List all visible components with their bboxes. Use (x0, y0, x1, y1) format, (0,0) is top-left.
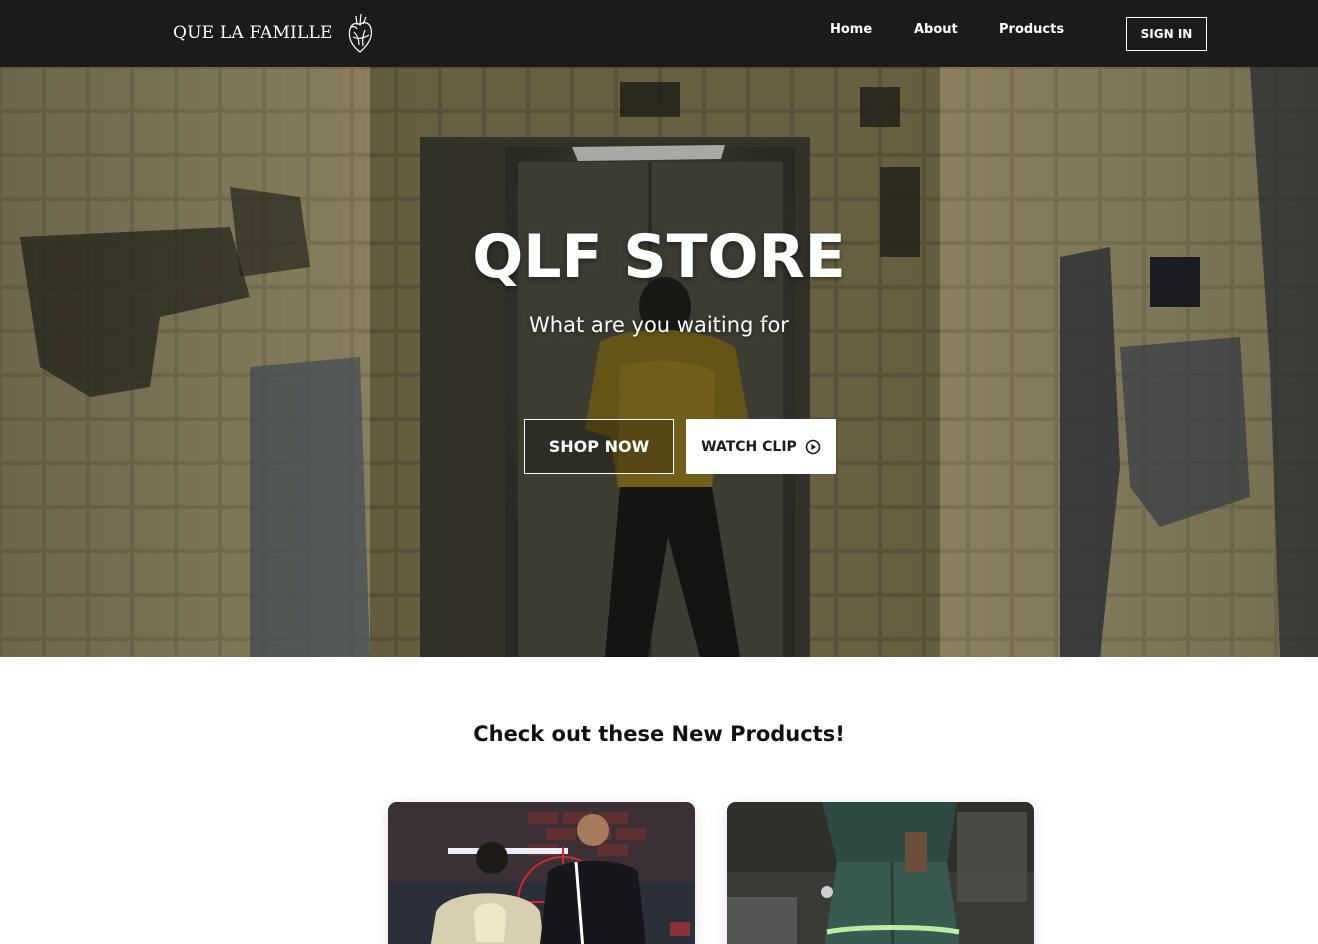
hero-background-image (0, 67, 1318, 657)
watch-clip-button[interactable]: WATCH CLIP (686, 419, 836, 474)
play-circle-icon (805, 439, 821, 454)
watch-clip-label: WATCH CLIP (701, 438, 797, 455)
product-card[interactable] (388, 802, 695, 944)
nav-about-link[interactable]: About (914, 22, 958, 37)
brand-logo[interactable]: QUE LA FAMILLE (173, 12, 375, 54)
sign-in-button[interactable]: SIGN IN (1126, 17, 1207, 51)
hero-title: QLF STORE (472, 222, 846, 292)
product-image (727, 802, 1034, 944)
hero-subtitle: What are you waiting for (529, 313, 789, 337)
nav-home-link[interactable]: Home (830, 22, 872, 37)
product-image (388, 802, 695, 944)
nav-products-link[interactable]: Products (999, 22, 1064, 37)
shop-now-button[interactable]: SHOP NOW (524, 419, 674, 474)
new-products-heading: Check out these New Products! (473, 722, 845, 746)
anatomical-heart-icon (348, 13, 372, 53)
navbar: QUE LA FAMILLE Home About Products SIGN … (0, 0, 1318, 67)
hero-banner: QLF STORE What are you waiting for SHOP … (0, 67, 1318, 657)
brand-name: QUE LA FAMILLE (173, 23, 333, 43)
product-card[interactable] (727, 802, 1034, 944)
